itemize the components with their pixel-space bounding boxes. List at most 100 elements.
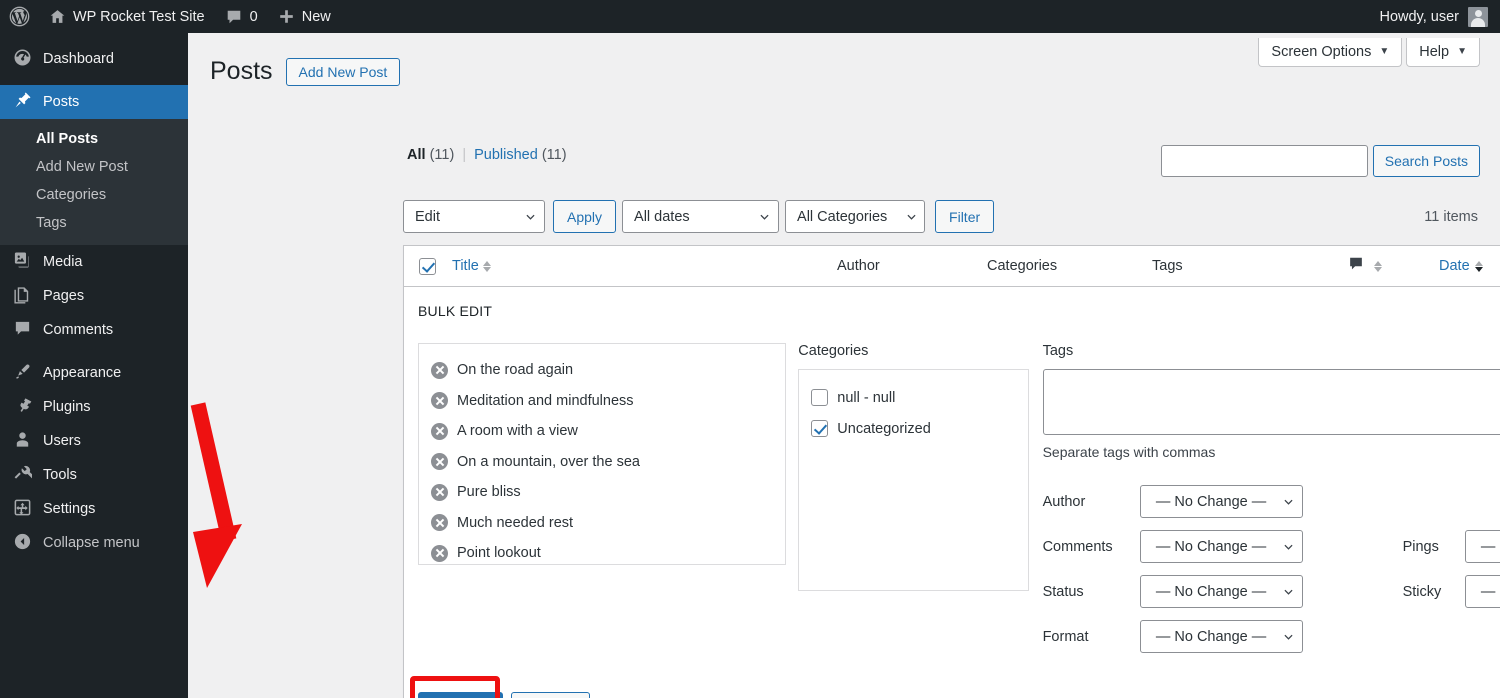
screen-options-button[interactable]: Screen Options ▼ — [1258, 38, 1403, 67]
comments-select[interactable]: — No Change — — [1139, 530, 1303, 563]
remove-icon[interactable] — [431, 514, 448, 532]
field-row-format: Format — No Change — — [1043, 614, 1500, 659]
field-row-pings: Pings — No Change — — [1403, 524, 1500, 569]
remove-icon[interactable] — [431, 483, 448, 501]
sidebar-item-pages[interactable]: Pages — [0, 279, 188, 313]
category-checkbox[interactable] — [811, 389, 829, 406]
view-published-count: (11) — [541, 147, 567, 163]
admin-content: Screen Options ▼ Help ▼ Posts Add New Po… — [188, 33, 1500, 698]
sidebar-separator-1 — [0, 76, 188, 85]
pings-select[interactable]: — No Change — — [1464, 530, 1500, 563]
sticky-select[interactable]: — No Change — — [1464, 575, 1500, 608]
sidebar-item-media[interactable]: Media — [0, 245, 188, 279]
new-content-menu[interactable]: New — [268, 0, 341, 33]
view-all-link[interactable]: All — [407, 147, 426, 163]
brush-icon — [12, 362, 32, 385]
view-published-link[interactable]: Published — [474, 147, 538, 163]
field-label-author: Author — [1042, 493, 1086, 510]
plugin-icon — [12, 396, 32, 419]
column-header-title[interactable]: Title — [452, 258, 837, 274]
column-header-comments[interactable] — [1347, 255, 1439, 277]
sort-indicator-icon — [1374, 260, 1382, 272]
new-label: New — [301, 8, 331, 25]
tags-textarea[interactable] — [1042, 369, 1500, 435]
filter-button[interactable]: Filter — [935, 200, 995, 233]
remove-icon[interactable] — [431, 544, 448, 562]
media-icon — [12, 251, 32, 274]
category-filter-select[interactable]: All Categories — [785, 200, 926, 233]
update-button[interactable]: Update — [418, 691, 503, 698]
settings-icon — [12, 498, 32, 521]
bulk-titles-list: On the road again Meditation and mindful… — [418, 343, 787, 565]
comments-icon — [12, 319, 32, 342]
column-header-author: Author — [837, 258, 987, 274]
wordpress-admin-screen: WP Rocket Test Site 0 New Howdy, user Da… — [0, 0, 1500, 698]
format-select[interactable]: — No Change — — [1139, 620, 1303, 653]
status-select[interactable]: — No Change — — [1139, 575, 1303, 608]
category-label: Uncategorized — [837, 420, 931, 437]
bulk-edit-columns: On the road again Meditation and mindful… — [404, 305, 1500, 659]
sidebar-item-categories[interactable]: Categories — [0, 181, 188, 209]
sidebar-item-appearance[interactable]: Appearance — [0, 356, 188, 390]
remove-icon[interactable] — [431, 361, 448, 379]
select-all-checkbox[interactable] — [419, 257, 436, 275]
sidebar-item-tags[interactable]: Tags — [0, 209, 188, 237]
remove-icon[interactable] — [431, 422, 448, 440]
column-label-categories: Categories — [987, 258, 1058, 274]
view-all-count: (11) — [429, 147, 455, 163]
sort-indicator-icon — [482, 260, 491, 272]
bulk-title-item: Meditation and mindfulness — [431, 386, 773, 417]
remove-icon[interactable] — [431, 392, 448, 410]
bulk-categories-label: Categories — [798, 343, 869, 359]
column-header-date[interactable]: Date — [1439, 258, 1500, 274]
sidebar-item-dashboard[interactable]: Dashboard — [0, 42, 188, 76]
sidebar-item-label: Comments — [43, 322, 114, 338]
remove-icon[interactable] — [431, 453, 448, 471]
chevron-down-icon: ▼ — [1457, 46, 1467, 57]
author-select[interactable]: — No Change — — [1139, 485, 1303, 518]
bulk-titles-column: On the road again Meditation and mindful… — [418, 343, 787, 659]
post-status-views: All (11) | Published (11) — [407, 147, 567, 163]
views-separator: | — [462, 147, 467, 163]
home-icon — [50, 10, 65, 23]
bulk-action-value: Edit — [415, 208, 440, 225]
bulk-tags-label: Tags — [1042, 343, 1074, 359]
sidebar-item-comments[interactable]: Comments — [0, 313, 188, 347]
sidebar-item-all-posts[interactable]: All Posts — [0, 125, 188, 153]
pin-icon — [12, 91, 32, 114]
wrench-icon — [12, 464, 34, 487]
comments-bubble[interactable]: 0 — [215, 0, 268, 33]
cancel-button[interactable]: Cancel — [510, 691, 590, 698]
comments-count: 0 — [249, 8, 258, 25]
sort-date-link[interactable]: Date — [1439, 258, 1470, 274]
category-checkbox[interactable] — [811, 420, 829, 437]
category-checkbox-row[interactable]: null - null — [811, 382, 1015, 413]
field-row-author: Author — No Change — — [1043, 479, 1500, 524]
help-button[interactable]: Help ▼ — [1406, 38, 1480, 67]
my-account-menu[interactable]: Howdy, user — [1379, 6, 1500, 27]
sort-title-link[interactable]: Title — [452, 258, 479, 274]
avatar — [1468, 6, 1488, 27]
sidebar-item-users[interactable]: Users — [0, 424, 188, 458]
add-new-post-button[interactable]: Add New Post — [285, 57, 401, 86]
bulk-action-select[interactable]: Edit — [403, 200, 545, 233]
sidebar-item-tools[interactable]: Tools — [0, 458, 188, 492]
screen-options-label: Screen Options — [1271, 44, 1372, 60]
search-posts-button[interactable]: Search Posts — [1372, 145, 1480, 177]
category-checkbox-row[interactable]: Uncategorized — [811, 413, 1015, 444]
search-input[interactable] — [1160, 145, 1368, 177]
bulk-field-grid-right: Pings — No Change — Sticky — N — [1403, 524, 1500, 614]
help-label: Help — [1419, 44, 1450, 60]
bulk-title-item: A room with a view — [431, 416, 773, 447]
column-header-tags: Tags — [1152, 258, 1347, 274]
site-name-menu[interactable]: WP Rocket Test Site — [39, 0, 215, 33]
sidebar-item-posts[interactable]: Posts — [0, 85, 196, 119]
apply-button[interactable]: Apply — [553, 200, 617, 233]
sidebar-item-settings[interactable]: Settings — [0, 492, 188, 526]
sidebar-item-add-new-post[interactable]: Add New Post — [0, 153, 188, 181]
wordpress-logo-icon[interactable] — [0, 0, 39, 33]
bulk-edit-actions: Update Cancel — [410, 676, 1500, 698]
collapse-menu-button[interactable]: Collapse menu — [0, 526, 188, 560]
sidebar-item-plugins[interactable]: Plugins — [0, 390, 188, 424]
date-filter-select[interactable]: All dates — [622, 200, 780, 233]
